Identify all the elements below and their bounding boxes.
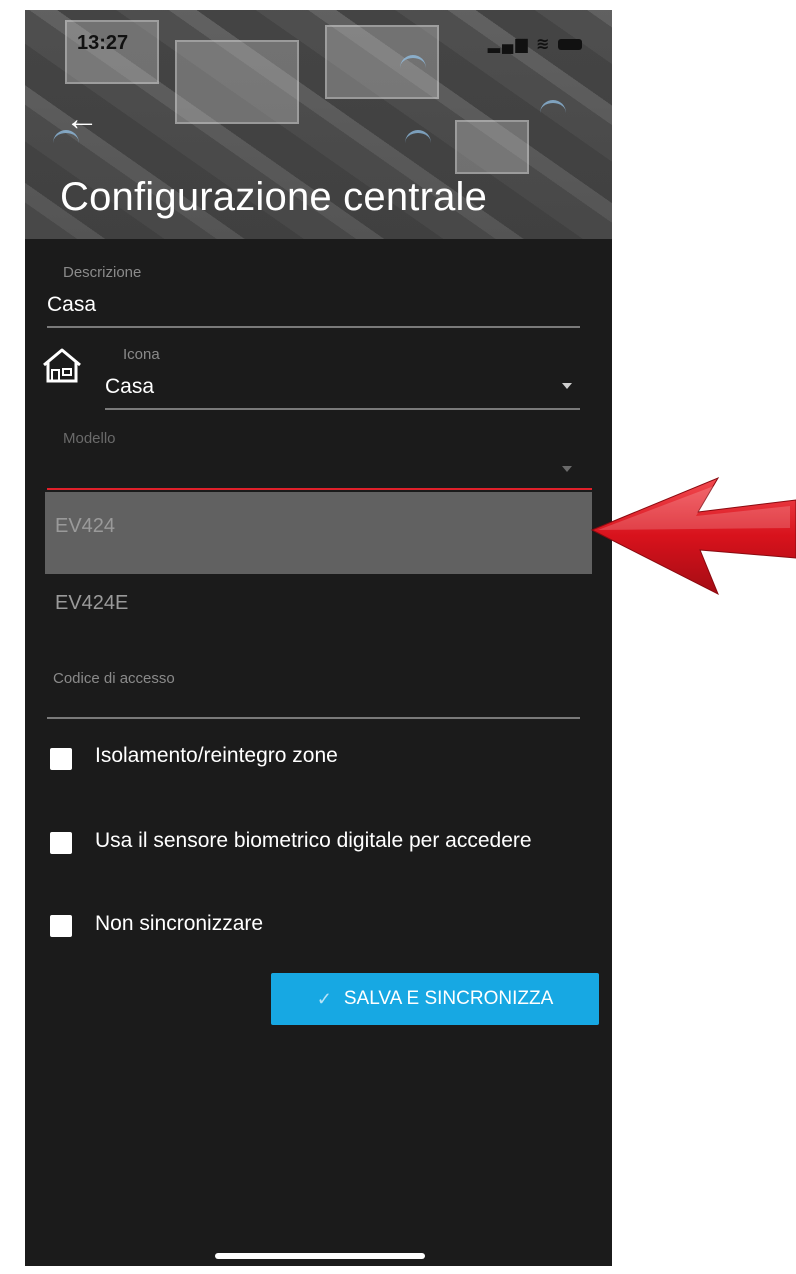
zone-isolation-label: Isolamento/reintegro zone [95,744,338,767]
home-indicator[interactable] [215,1253,425,1259]
header-banner: 13:27 ▂▄▆ ≋ ← Configurazione centrale [25,10,612,239]
save-and-sync-label: SALVA E SINCRONIZZA [343,988,554,1009]
option-label: EV424E [55,592,129,614]
signal-icon: ▂▄▆ [487,36,530,53]
page-title: Configurazione centrale [60,175,488,219]
house-icon [43,348,81,383]
icon-select[interactable]: Casa [105,375,154,399]
annotation-arrow-icon [590,476,796,596]
access-code-underline [47,717,580,719]
biometric-label: Usa il sensore biometrico digitale per a… [95,829,532,852]
model-option-ev424e[interactable]: EV424E [45,582,592,632]
wifi-icon [405,130,431,147]
check-icon: ✓ [316,988,332,1009]
biometric-checkbox[interactable] [50,832,72,854]
zone-isolation-checkbox[interactable] [50,748,72,770]
floorplan-room [175,40,299,124]
phone-screen: 13:27 ▂▄▆ ≋ ← Configurazione centrale De… [25,10,612,1266]
icon-underline [105,408,580,410]
status-time: 13:27 [77,32,129,54]
battery-icon [558,39,582,51]
description-field[interactable]: Casa [47,293,96,317]
back-arrow-icon[interactable]: ← [65,102,99,136]
no-sync-checkbox[interactable] [50,915,72,937]
chevron-down-icon[interactable] [562,466,572,472]
model-label: Modello [63,430,116,447]
status-icons: ▂▄▆ ≋ [488,34,582,54]
description-label: Descrizione [63,264,142,281]
option-label: EV424 [55,515,116,537]
icon-label: Icona [123,346,160,363]
wifi-status-icon: ≋ [536,36,552,53]
chevron-down-icon[interactable] [562,383,572,389]
access-code-label: Codice di accesso [53,670,175,687]
floorplan-room [455,120,529,174]
save-and-sync-button[interactable]: ✓ SALVA E SINCRONIZZA [271,973,599,1025]
no-sync-label: Non sincronizzare [95,912,264,935]
description-underline [47,326,580,328]
model-option-ev424[interactable]: EV424 [45,492,592,574]
model-underline-focused [47,488,592,490]
wifi-icon [540,100,566,117]
